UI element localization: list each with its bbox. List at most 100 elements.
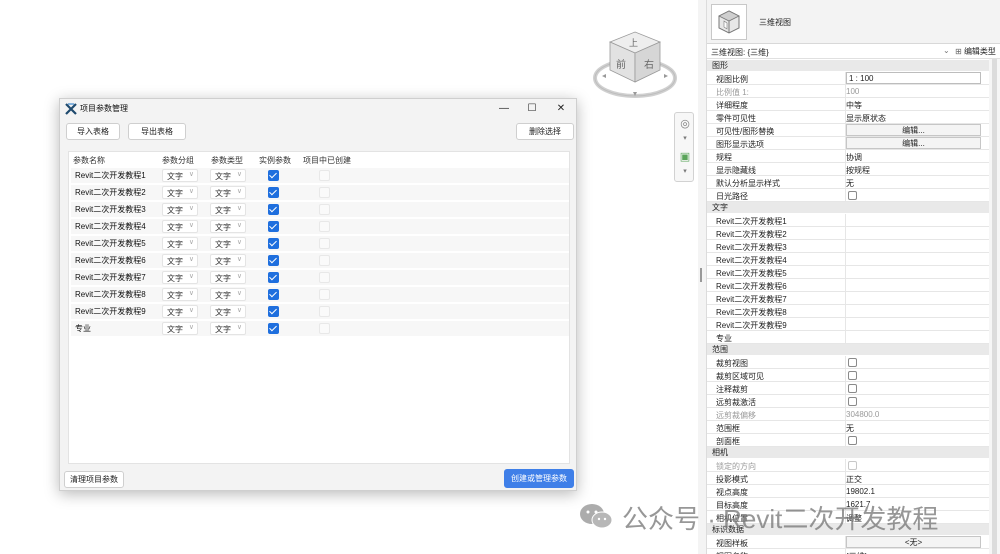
type-selector[interactable]: 三维视图 bbox=[707, 0, 1000, 44]
instance-checkbox[interactable] bbox=[268, 289, 279, 300]
category-extents[interactable]: 范围 bbox=[707, 344, 989, 355]
dialog-titlebar[interactable]: 项目参数管理 — ☐ ✕ bbox=[60, 99, 576, 119]
property-row[interactable]: Revit二次开发教程4 bbox=[707, 253, 989, 266]
property-row[interactable]: 显示隐藏线 按规程 bbox=[707, 163, 989, 176]
property-edit-button[interactable]: 编辑... bbox=[846, 124, 981, 136]
instance-checkbox[interactable] bbox=[268, 323, 279, 334]
property-row[interactable]: 锁定的方向 bbox=[707, 459, 989, 472]
export-table-button[interactable]: 导出表格 bbox=[128, 123, 186, 140]
table-row[interactable]: Revit二次开发教程1 文字 ∨ 文字 ∨ bbox=[71, 168, 569, 183]
param-type-dropdown[interactable]: 文字 ∨ bbox=[210, 271, 246, 284]
param-name-cell[interactable]: Revit二次开发教程5 bbox=[75, 238, 146, 249]
property-row[interactable]: 裁剪视图 bbox=[707, 356, 989, 369]
property-row[interactable]: 投影模式 正交 bbox=[707, 472, 989, 485]
param-name-cell[interactable]: Revit二次开发教程7 bbox=[75, 272, 146, 283]
property-row[interactable]: 图形显示选项 编辑... bbox=[707, 137, 989, 150]
param-name-cell[interactable]: Revit二次开发教程3 bbox=[75, 204, 146, 215]
close-icon[interactable]: ✕ bbox=[546, 99, 576, 119]
steering-wheel-icon[interactable]: ◎ bbox=[677, 116, 693, 132]
chevron-down-icon[interactable]: ⌄ bbox=[943, 46, 950, 55]
property-row[interactable]: Revit二次开发教程6 bbox=[707, 279, 989, 292]
maximize-icon[interactable]: ☐ bbox=[517, 99, 547, 119]
param-name-cell[interactable]: Revit二次开发教程8 bbox=[75, 289, 146, 300]
property-checkbox[interactable] bbox=[848, 358, 857, 367]
table-row[interactable]: Revit二次开发教程7 文字 ∨ 文字 ∨ bbox=[71, 270, 569, 285]
table-row[interactable]: Revit二次开发教程5 文字 ∨ 文字 ∨ bbox=[71, 236, 569, 251]
navigation-bar[interactable]: ◎ ▾ ▣ ▾ bbox=[674, 112, 694, 182]
instance-checkbox[interactable] bbox=[268, 255, 279, 266]
param-group-dropdown[interactable]: 文字 ∨ bbox=[162, 271, 198, 284]
param-type-dropdown[interactable]: 文字 ∨ bbox=[210, 169, 246, 182]
param-type-dropdown[interactable]: 文字 ∨ bbox=[210, 254, 246, 267]
property-row[interactable]: 范围框 无 bbox=[707, 421, 989, 434]
param-name-cell[interactable]: Revit二次开发教程6 bbox=[75, 255, 146, 266]
param-name-cell[interactable]: 专业 bbox=[75, 323, 91, 334]
param-group-dropdown[interactable]: 文字 ∨ bbox=[162, 186, 198, 199]
param-type-dropdown[interactable]: 文字 ∨ bbox=[210, 220, 246, 233]
property-edit-button[interactable]: 编辑... bbox=[846, 137, 981, 149]
zoom-icon[interactable]: ▣ bbox=[677, 149, 693, 165]
param-name-cell[interactable]: Revit二次开发教程4 bbox=[75, 221, 146, 232]
property-checkbox[interactable] bbox=[848, 384, 857, 393]
property-row[interactable]: 剖面框 bbox=[707, 434, 989, 447]
property-row[interactable]: 视图比例 1 : 100 bbox=[707, 72, 989, 85]
property-checkbox[interactable] bbox=[848, 397, 857, 406]
property-checkbox[interactable] bbox=[848, 191, 857, 200]
param-group-dropdown[interactable]: 文字 ∨ bbox=[162, 237, 198, 250]
param-type-dropdown[interactable]: 文字 ∨ bbox=[210, 186, 246, 199]
property-checkbox[interactable] bbox=[848, 371, 857, 380]
param-type-dropdown[interactable]: 文字 ∨ bbox=[210, 322, 246, 335]
param-type-dropdown[interactable]: 文字 ∨ bbox=[210, 305, 246, 318]
instance-selector[interactable]: 三维视图: {三维} ⌄ ⊞ 编辑类型 bbox=[707, 45, 1000, 59]
property-row[interactable]: Revit二次开发教程2 bbox=[707, 227, 989, 240]
param-name-cell[interactable]: Revit二次开发教程2 bbox=[75, 187, 146, 198]
property-row[interactable]: Revit二次开发教程9 bbox=[707, 318, 989, 331]
property-row[interactable]: 可见性/图形替换 编辑... bbox=[707, 124, 989, 137]
table-row[interactable]: 专业 文字 ∨ 文字 ∨ bbox=[71, 321, 569, 336]
import-table-button[interactable]: 导入表格 bbox=[66, 123, 120, 140]
property-row[interactable]: Revit二次开发教程8 bbox=[707, 305, 989, 318]
view-cube[interactable]: 上 前 右 bbox=[592, 30, 684, 100]
property-row[interactable]: 日光路径 bbox=[707, 189, 989, 202]
table-row[interactable]: Revit二次开发教程8 文字 ∨ 文字 ∨ bbox=[71, 287, 569, 302]
property-row[interactable]: 详细程度 中等 bbox=[707, 98, 989, 111]
param-type-dropdown[interactable]: 文字 ∨ bbox=[210, 237, 246, 250]
instance-checkbox[interactable] bbox=[268, 204, 279, 215]
dropdown-icon[interactable]: ▾ bbox=[677, 131, 693, 147]
table-row[interactable]: Revit二次开发教程2 文字 ∨ 文字 ∨ bbox=[71, 185, 569, 200]
table-row[interactable]: Revit二次开发教程4 文字 ∨ 文字 ∨ bbox=[71, 219, 569, 234]
property-row[interactable]: 零件可见性 显示原状态 bbox=[707, 111, 989, 124]
param-group-dropdown[interactable]: 文字 ∨ bbox=[162, 305, 198, 318]
property-checkbox[interactable] bbox=[848, 436, 857, 445]
edit-type-button[interactable]: ⊞ 编辑类型 bbox=[955, 46, 996, 57]
param-name-cell[interactable]: Revit二次开发教程1 bbox=[75, 170, 146, 181]
param-name-cell[interactable]: Revit二次开发教程9 bbox=[75, 306, 146, 317]
delete-selection-button[interactable]: 删除选择 bbox=[516, 123, 574, 140]
category-graphics[interactable]: 图形 bbox=[707, 60, 989, 71]
param-group-dropdown[interactable]: 文字 ∨ bbox=[162, 288, 198, 301]
property-row[interactable]: Revit二次开发教程1 bbox=[707, 214, 989, 227]
property-row[interactable]: Revit二次开发教程3 bbox=[707, 240, 989, 253]
property-row[interactable]: 默认分析显示样式 无 bbox=[707, 176, 989, 189]
property-row[interactable]: 视图样板 <无> bbox=[707, 536, 989, 549]
category-text[interactable]: 文字 bbox=[707, 202, 989, 213]
param-group-dropdown[interactable]: 文字 ∨ bbox=[162, 169, 198, 182]
table-row[interactable]: Revit二次开发教程6 文字 ∨ 文字 ∨ bbox=[71, 253, 569, 268]
clear-parameters-button[interactable]: 清理项目参数 bbox=[64, 471, 124, 488]
property-row[interactable]: 远剪裁偏移 304800.0 bbox=[707, 408, 989, 421]
property-row[interactable]: 视图名称{三维} bbox=[707, 549, 989, 554]
param-type-dropdown[interactable]: 文字 ∨ bbox=[210, 203, 246, 216]
properties-scrollbar[interactable] bbox=[989, 59, 1000, 554]
property-row[interactable]: 注释裁剪 bbox=[707, 382, 989, 395]
property-row[interactable]: Revit二次开发教程7 bbox=[707, 292, 989, 305]
property-row[interactable]: 比例值 1: 100 bbox=[707, 85, 989, 98]
property-row[interactable]: 远剪裁激活 bbox=[707, 395, 989, 408]
create-manage-button[interactable]: 创建或管理参数 bbox=[504, 469, 574, 488]
param-group-dropdown[interactable]: 文字 ∨ bbox=[162, 322, 198, 335]
property-edit-button[interactable]: <无> bbox=[846, 536, 981, 548]
category-camera[interactable]: 相机 bbox=[707, 447, 989, 458]
instance-checkbox[interactable] bbox=[268, 170, 279, 181]
property-row[interactable]: 专业 bbox=[707, 331, 989, 344]
property-row[interactable]: 规程 协调 bbox=[707, 150, 989, 163]
dropdown-icon[interactable]: ▾ bbox=[677, 164, 693, 180]
